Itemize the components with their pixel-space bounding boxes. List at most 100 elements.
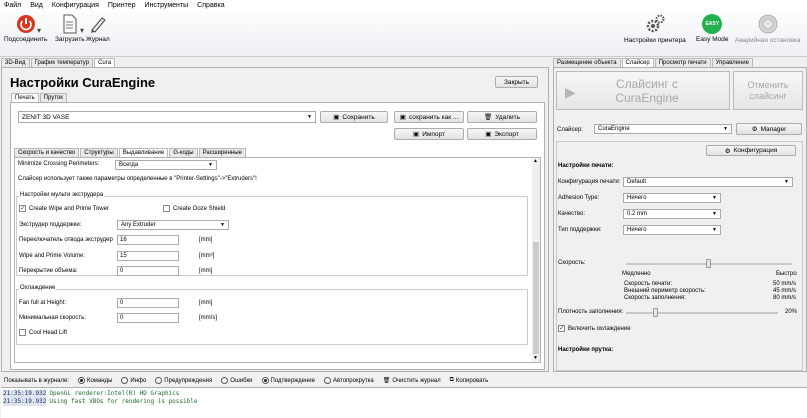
log-option-errors[interactable]: Ошибки: [221, 377, 253, 384]
journal-button[interactable]: Журнал: [86, 14, 110, 43]
clear-log-button[interactable]: 🗑 Очистить журнал: [383, 377, 441, 385]
connect-label: Подсоединить: [4, 36, 48, 43]
quality-select[interactable]: 0.2 mm ▼: [623, 209, 721, 219]
log-option-autoscroll[interactable]: Автопрокрутка: [323, 377, 374, 384]
scrollbar-thumb[interactable]: [533, 242, 539, 354]
tab-temperature[interactable]: График температур: [30, 58, 94, 67]
log-option-commands[interactable]: Команды: [77, 377, 113, 384]
log-option-acknowledge[interactable]: Подтверждение: [261, 377, 315, 384]
tab-3d-view[interactable]: 3D-Вид: [1, 58, 30, 67]
scrollbar[interactable]: ▲ ▼: [532, 158, 540, 362]
copy-log-label: Копировать: [455, 377, 489, 384]
overlap-input[interactable]: 0: [117, 266, 179, 276]
chevron-down-icon: ▼: [784, 179, 789, 185]
quality-label: Качество:: [558, 211, 586, 217]
minimize-crossing-select[interactable]: Всегда ▼: [115, 160, 217, 170]
save-label: Сохранить: [342, 113, 375, 121]
manager-button[interactable]: ⚙ Manager: [736, 123, 802, 135]
infill-slider-track[interactable]: [626, 312, 778, 314]
ooze-shield-checkbox[interactable]: Create Ooze Shield: [163, 205, 225, 212]
import-button[interactable]: ▣ Импорт: [394, 128, 464, 140]
emergency-stop-button[interactable]: Аварийная остановка: [735, 13, 800, 44]
wipe-tower-checkbox[interactable]: Create Wipe and Prime Tower: [19, 204, 109, 212]
speed-detail-label: Внешний периметр скорость:: [624, 288, 706, 294]
speed-detail-value: 50 mm/s: [772, 281, 796, 287]
speed-label: Скорость:: [558, 260, 586, 266]
log-option-label: Автопрокрутка: [332, 377, 374, 384]
speed-detail-row: Внешний периметр скорость: 45 mm/s: [624, 288, 796, 295]
tab-print[interactable]: Печать: [11, 93, 39, 102]
menu-config[interactable]: Конфигурация: [52, 2, 99, 9]
tab-extrusion[interactable]: Выдавливание: [118, 148, 169, 157]
chevron-down-icon: ▼: [220, 222, 225, 228]
load-label: Загрузить: [55, 36, 85, 43]
configuration-button[interactable]: ⚙ Конфигурация: [706, 145, 796, 156]
cool-head-lift-checkbox[interactable]: Cool Head Lift: [19, 329, 67, 336]
chevron-down-icon[interactable]: ▾: [37, 26, 41, 35]
menu-printer[interactable]: Принтер: [108, 2, 136, 9]
slicer-select[interactable]: CuraEngine ▼: [594, 124, 732, 134]
menu-tools[interactable]: Инструменты: [145, 2, 189, 9]
print-config-select[interactable]: Default ▼: [623, 177, 793, 187]
easy-mode-button[interactable]: EASY Easy Mode: [696, 13, 729, 43]
support-extruder-select[interactable]: Any Extruder ▼: [117, 220, 229, 230]
emergency-stop-label: Аварийная остановка: [735, 37, 801, 44]
menu-view[interactable]: Вид: [30, 2, 43, 9]
ooze-shield-label: Create Ooze Shield: [173, 206, 226, 213]
tab-filament[interactable]: Пруток: [39, 93, 67, 102]
wipe-volume-input[interactable]: 15: [117, 251, 179, 261]
tab-advanced[interactable]: Расширенные: [198, 148, 246, 157]
switch-retraction-input[interactable]: 16: [117, 235, 179, 245]
settings-category-tabs: Скорость и качество Структуры Выдавливан…: [14, 148, 247, 157]
printer-settings-button[interactable]: Настройки принтера: [624, 13, 686, 44]
enable-cooling-checkbox[interactable]: Включить охлаждение: [558, 324, 631, 333]
export-button[interactable]: ▣ Экспорт: [467, 128, 537, 140]
log-message: Using fast VBOs for rendering is possibl…: [49, 398, 198, 405]
tab-cura[interactable]: Cura: [94, 58, 116, 67]
save-button[interactable]: ▣ Сохранить: [320, 111, 388, 123]
chevron-down-icon[interactable]: ▾: [80, 26, 84, 35]
tab-print-preview[interactable]: Просмотр печати: [654, 58, 711, 67]
printer-settings-label: Настройки принтера: [624, 37, 686, 44]
scroll-down-icon[interactable]: ▼: [533, 355, 538, 361]
menu-bar: Файл Вид Конфигурация Принтер Инструмент…: [0, 0, 807, 11]
support-label: Тип поддержки:: [558, 227, 602, 233]
tab-object-placement[interactable]: Размещение объекта: [553, 58, 621, 67]
menu-help[interactable]: Справка: [197, 2, 224, 9]
print-config-value: Default: [627, 179, 647, 185]
support-select[interactable]: Ничего ▼: [623, 225, 721, 235]
easy-mode-label: Easy Mode: [696, 36, 729, 43]
floppy-icon: ▣: [413, 131, 420, 138]
floppy-icon: ▣: [399, 114, 406, 121]
log-option-warnings[interactable]: Предупреждения: [155, 377, 212, 384]
save-as-button[interactable]: ▣ сохранить как ...: [394, 111, 464, 123]
log-option-label: Команды: [86, 377, 113, 384]
copy-log-button[interactable]: ⧉ Копировать: [450, 377, 489, 384]
speed-slider-thumb[interactable]: [706, 259, 711, 268]
tab-gcodes[interactable]: G-коды: [169, 148, 198, 157]
cancel-slicing-button[interactable]: Отменить слайсинг: [733, 71, 803, 110]
infill-slider-thumb[interactable]: [653, 308, 659, 317]
emergency-stop-icon: [758, 14, 778, 34]
switch-retraction-unit: [mm]: [199, 237, 213, 243]
tab-speed-quality[interactable]: Скорость и качество: [14, 148, 80, 157]
fan-height-label: Fan full at Height:: [19, 300, 67, 306]
adhesion-select[interactable]: Ничего ▼: [623, 193, 721, 203]
enable-cooling-label: Включить охлаждение: [568, 326, 631, 333]
menu-file[interactable]: Файл: [4, 2, 21, 9]
close-button[interactable]: Закрыть: [495, 76, 538, 88]
log-option-info[interactable]: Инфо: [121, 377, 146, 384]
min-speed-input[interactable]: 0: [117, 313, 179, 323]
tab-structures[interactable]: Структуры: [80, 148, 118, 157]
slice-button[interactable]: ▶ Слайсинг с CuraEngine: [556, 71, 730, 110]
delete-button[interactable]: 🗑 Удалить: [467, 111, 537, 123]
gears-icon: [646, 14, 665, 33]
scroll-up-icon[interactable]: ▲: [533, 158, 538, 164]
speed-detail-value: 45 mm/s: [772, 288, 796, 294]
fan-height-input[interactable]: 0: [117, 298, 179, 308]
delete-label: Удалить: [495, 113, 521, 121]
tab-slicer[interactable]: Слайсер: [621, 58, 654, 67]
profile-select[interactable]: ZENIT 3D VASE ▼: [18, 111, 316, 123]
tab-control[interactable]: Управление: [711, 58, 753, 67]
wipe-volume-unit: [mm³]: [199, 253, 215, 259]
